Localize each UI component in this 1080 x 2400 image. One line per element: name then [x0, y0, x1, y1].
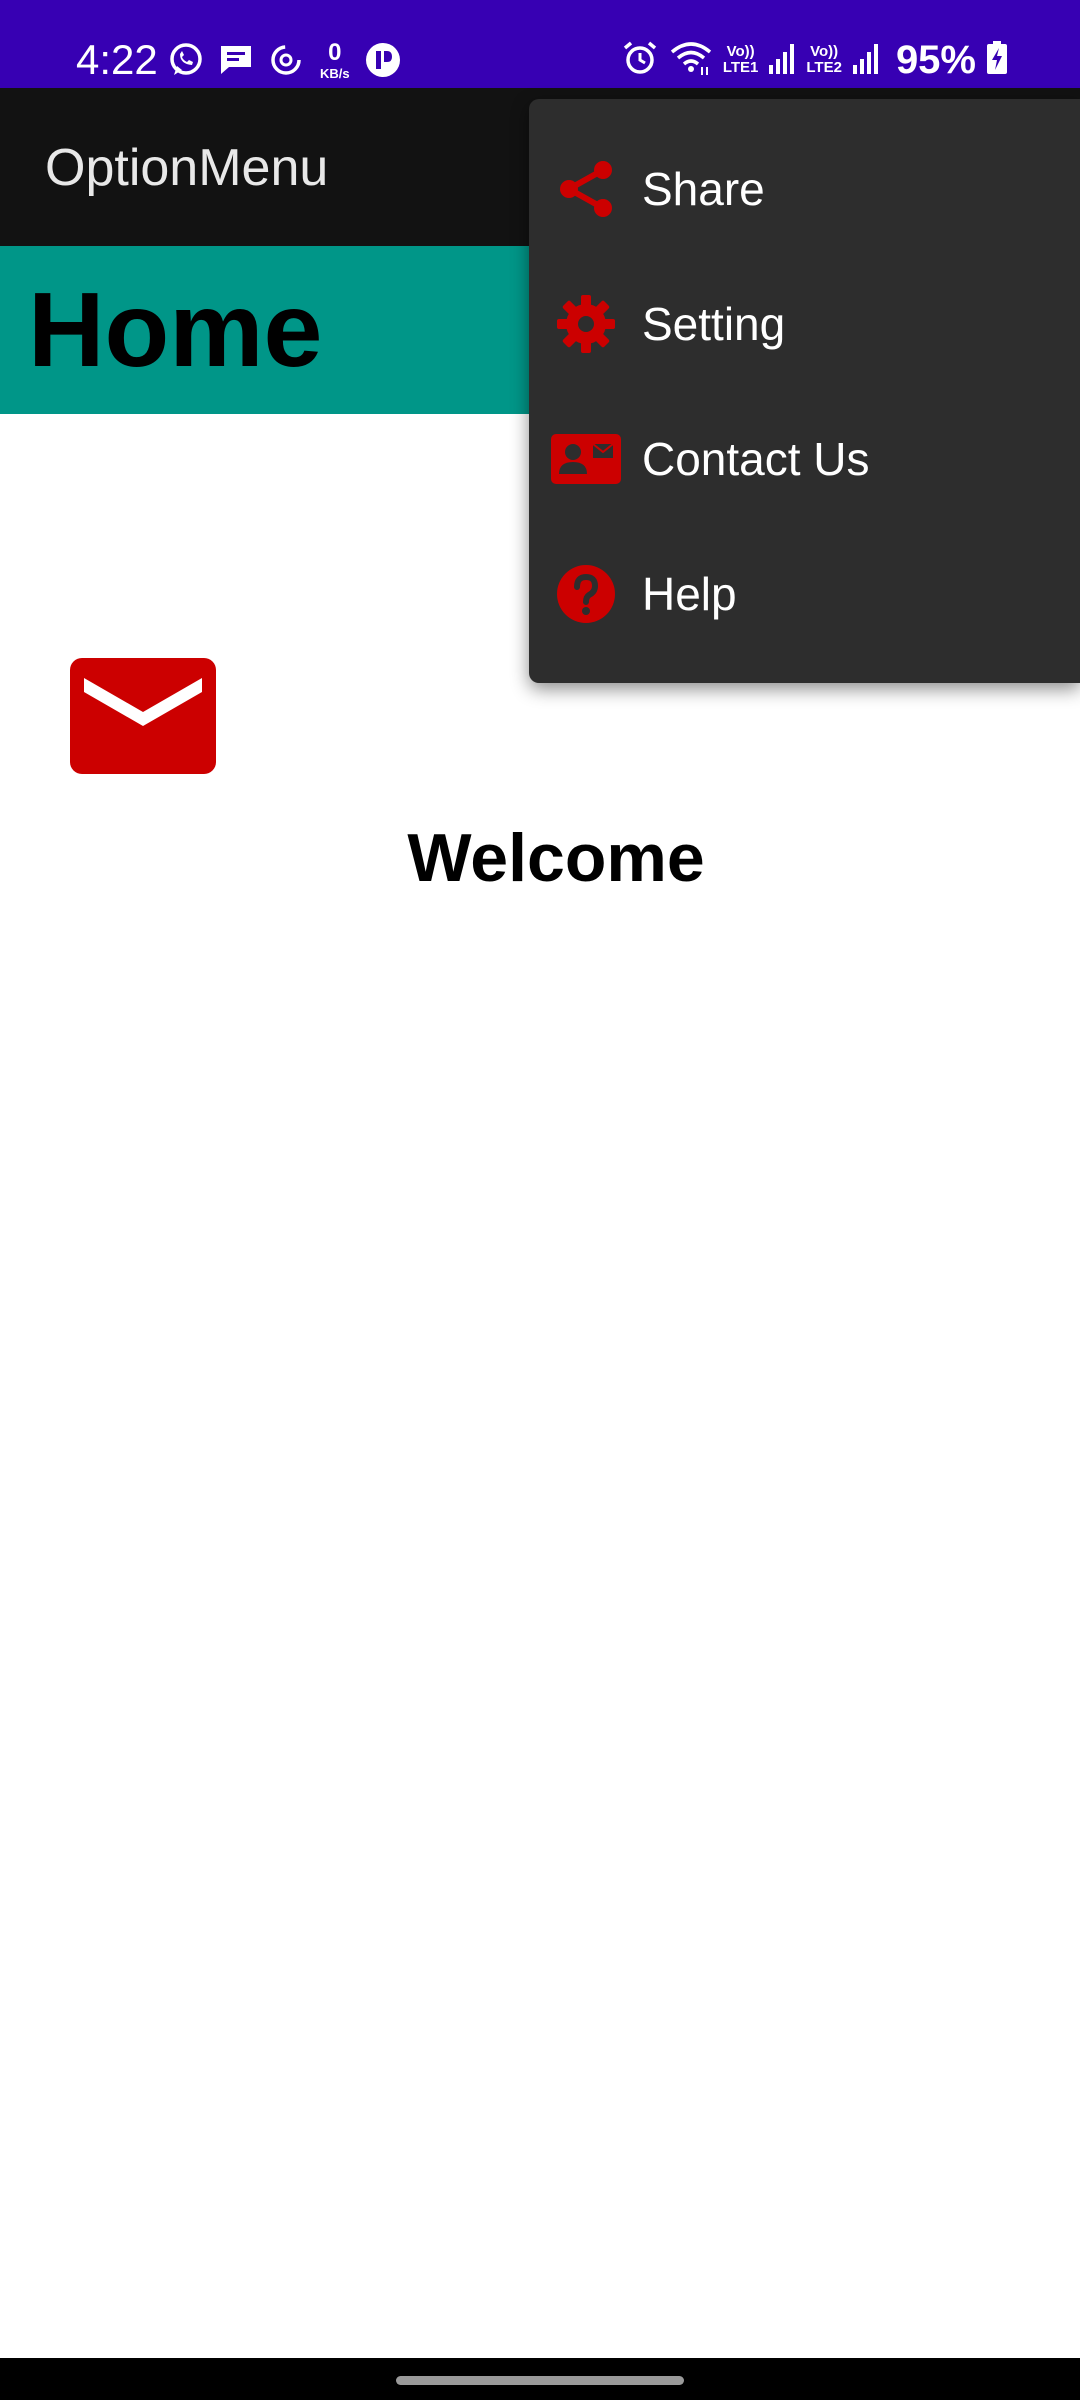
- sim2-volte: Vo)): [810, 43, 839, 60]
- message-icon: [218, 42, 254, 78]
- menu-item-label: Help: [642, 567, 737, 620]
- menu-item-contact-us[interactable]: Contact Us: [529, 391, 1080, 526]
- sim1-label: Vo)) LTE1: [723, 44, 759, 76]
- options-menu: Share Setting Contact Us Help: [529, 99, 1080, 683]
- screen: 4:22 0 KB/s Vo)) LTE1 Vo)) LTE2 95% Opti…: [0, 0, 1080, 2400]
- help-icon: [551, 559, 621, 629]
- app-icon: [364, 41, 402, 79]
- status-time: 4:22: [76, 36, 158, 83]
- menu-item-help[interactable]: Help: [529, 526, 1080, 661]
- sim2-network: LTE2: [806, 59, 842, 76]
- battery-charging-icon: [986, 40, 1008, 80]
- share-icon: [551, 154, 621, 224]
- signal-icon: [852, 41, 880, 80]
- net-speed-indicator: 0 KB/s: [320, 38, 350, 81]
- status-notification-icons: 0 KB/s: [168, 36, 402, 84]
- sim1-volte: Vo)): [726, 43, 755, 60]
- wifi-icon: [669, 39, 713, 82]
- alarm-icon: [621, 39, 659, 82]
- menu-item-label: Setting: [642, 297, 786, 350]
- mail-icon: [70, 658, 216, 774]
- whatsapp-icon: [168, 42, 204, 78]
- net-speed-value: 0: [328, 38, 342, 66]
- sim1-network: LTE1: [722, 59, 759, 76]
- menu-item-share[interactable]: Share: [529, 121, 1080, 256]
- status-system-icons: Vo)) LTE1 Vo)) LTE2 95%: [621, 36, 1008, 84]
- home-title: Home: [28, 271, 323, 389]
- gear-icon: [551, 289, 621, 359]
- sync-icon: [268, 42, 304, 78]
- navigation-bar: [0, 2358, 1080, 2400]
- app-title: OptionMenu: [45, 139, 329, 197]
- menu-item-label: Share: [642, 162, 765, 215]
- net-speed-unit: KB/s: [320, 65, 350, 81]
- status-bar: 4:22 0 KB/s Vo)) LTE1 Vo)) LTE2 95%: [0, 0, 1080, 88]
- welcome-text: Welcome: [407, 820, 705, 896]
- battery-percentage: 95%: [895, 38, 976, 82]
- contact-card-icon: [551, 424, 621, 494]
- home-indicator[interactable]: [396, 2376, 684, 2385]
- menu-item-label: Contact Us: [642, 432, 870, 485]
- signal-icon: [768, 41, 796, 80]
- sim2-label: Vo)) LTE2: [806, 44, 842, 76]
- menu-item-setting[interactable]: Setting: [529, 256, 1080, 391]
